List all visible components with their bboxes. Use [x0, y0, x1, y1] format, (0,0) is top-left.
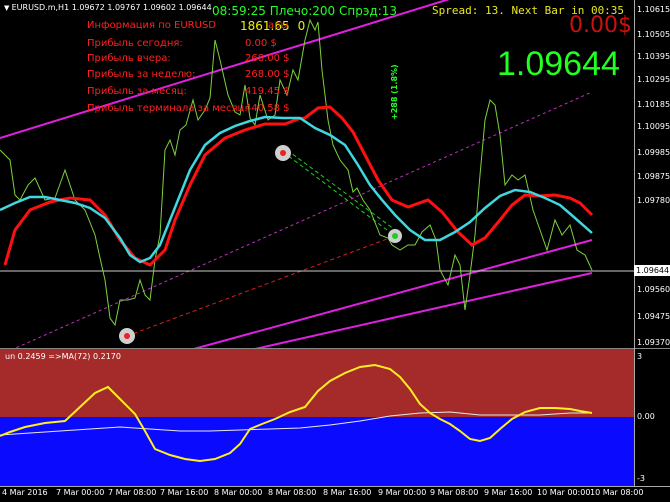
- time-label: 10 Mar 08:00: [590, 488, 644, 497]
- profit-terminal-label: Прибыль терминала за месяц:: [87, 103, 248, 114]
- symbol-text: EURUSD.m,H1 1.09672 1.09767 1.09602 1.09…: [11, 3, 212, 12]
- profit-week-value: 268.00 $: [245, 69, 290, 80]
- current-price-tag: 1.09644: [634, 265, 670, 276]
- time-label: 8 Mar 00:00: [214, 488, 263, 497]
- time-label: 8 Mar 08:00: [268, 488, 317, 497]
- big-price: 1.09644: [497, 45, 620, 83]
- profit-week-label: Прибыль за неделю:: [87, 69, 196, 80]
- profit-today-value: 0.00 $: [245, 38, 277, 49]
- profit-terminal-value: 440.58 $: [245, 103, 290, 114]
- time-label: 9 Mar 00:00: [378, 488, 427, 497]
- time-label: 9 Mar 08:00: [430, 488, 479, 497]
- red-moving-average: [3, 105, 594, 267]
- info-title: Информация по EURUSD ары: [87, 20, 288, 31]
- time-label: 10 Mar 00:00: [537, 488, 591, 497]
- channel-bottom-line: [254, 272, 593, 349]
- time-label: 9 Mar 16:00: [484, 488, 533, 497]
- profit-yesterday-label: Прибыль вчера:: [87, 53, 171, 64]
- time-label: 7 Mar 16:00: [160, 488, 209, 497]
- profit-today-label: Прибыль сегодня:: [87, 38, 183, 49]
- indicator-label: un 0.2459 =>MA(72) 0.2170: [5, 352, 121, 361]
- price-axis-border: [634, 0, 635, 486]
- price-label: 1.09370: [637, 338, 670, 347]
- time-leverage-spread: 08:59:25 Плечо:200 Спрэд:13: [212, 4, 398, 18]
- time-label: 7 Mar 08:00: [108, 488, 157, 497]
- info-title-tail: ары: [268, 20, 289, 31]
- price-label: 1.10505: [637, 30, 670, 39]
- symbol-info: ▼ EURUSD.m,H1 1.09672 1.09767 1.09602 1.…: [4, 3, 212, 12]
- time-axis-border: [0, 486, 670, 487]
- chart-window: 1.10615 1.10505 1.10395 1.10295 1.10185 …: [0, 0, 670, 502]
- profit-month-value: 419.45 $: [245, 86, 290, 97]
- time-label: 4 Mar 2016: [2, 488, 48, 497]
- trade-profit-label: +288 (1.8%): [390, 64, 399, 120]
- price-label: 1.10295: [637, 75, 670, 84]
- price-label: 1.09475: [637, 312, 670, 321]
- indicator-axis-zero: 0.00: [637, 412, 655, 421]
- indicator-separator: [0, 348, 670, 349]
- price-label: 1.09560: [637, 285, 670, 294]
- trade-line-red: [126, 235, 396, 337]
- price-label: 1.10185: [637, 100, 670, 109]
- time-label: 7 Mar 00:00: [56, 488, 105, 497]
- price-label: 1.09985: [637, 148, 670, 157]
- profit-yesterday-value: 268.00 $: [245, 53, 290, 64]
- symbol-arrow-icon: ▼: [4, 4, 12, 12]
- profit-big: 0.00$: [569, 13, 632, 38]
- price-label: 1.10095: [637, 122, 670, 131]
- channel-lower-line: [189, 239, 593, 349]
- price-label: 1.10395: [637, 52, 670, 61]
- price-label: 1.10615: [637, 5, 670, 14]
- price-label: 1.09780: [637, 196, 670, 205]
- time-label: 8 Mar 16:00: [323, 488, 372, 497]
- balance-tail: 0: [297, 19, 306, 33]
- oscillator-chart[interactable]: [0, 349, 634, 486]
- indicator-axis-bottom: -3: [637, 474, 645, 483]
- indicator-axis-top: 3: [637, 352, 643, 361]
- price-label: 1.09875: [637, 172, 670, 181]
- info-title-text: Информация по EURUSD: [87, 20, 216, 31]
- lower-zone: [0, 417, 634, 486]
- profit-month-label: Прибыль за месяц:: [87, 86, 187, 97]
- cyan-moving-average: [0, 115, 593, 264]
